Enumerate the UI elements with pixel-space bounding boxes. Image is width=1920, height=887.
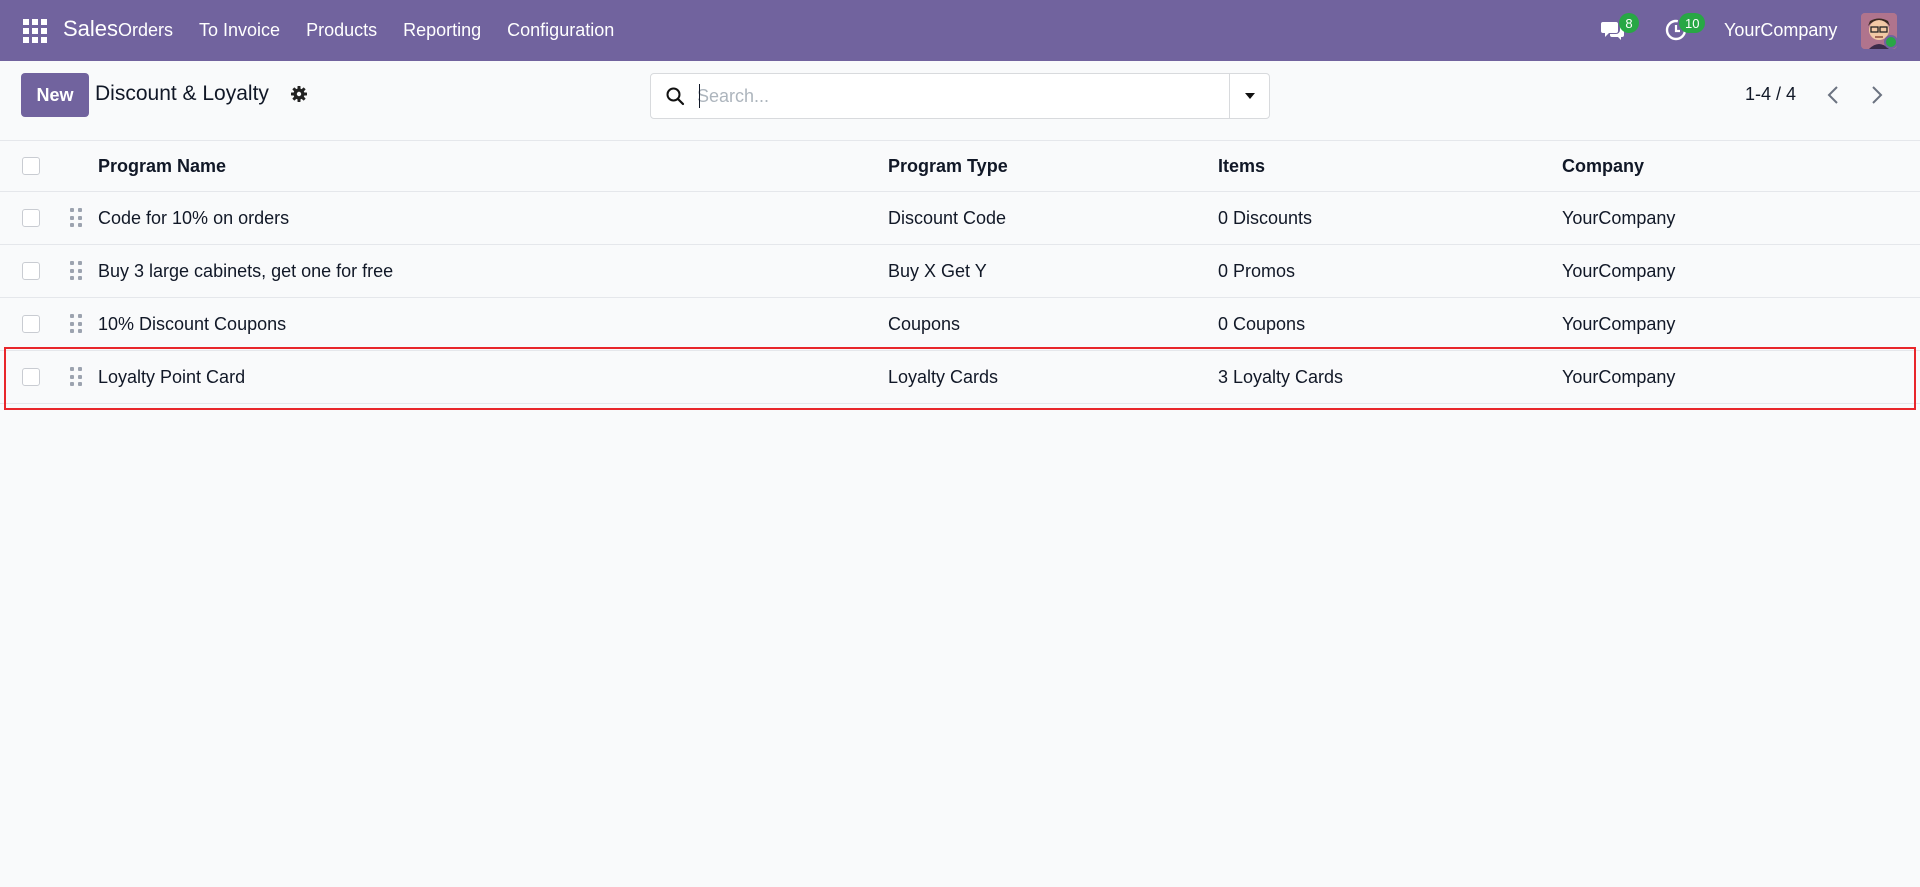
- table-row[interactable]: 10% Discount Coupons Coupons 0 Coupons Y…: [0, 298, 1920, 351]
- cell-program-type[interactable]: Loyalty Cards: [888, 351, 998, 403]
- table-row[interactable]: Buy 3 large cabinets, get one for free B…: [0, 245, 1920, 298]
- drag-handle-icon[interactable]: [70, 208, 82, 228]
- text-cursor: [699, 84, 700, 108]
- search-icon: [666, 87, 685, 106]
- drag-handle-icon[interactable]: [70, 261, 82, 281]
- row-checkbox[interactable]: [22, 209, 40, 227]
- new-button[interactable]: New: [21, 73, 89, 117]
- cell-program-name[interactable]: Buy 3 large cabinets, get one for free: [98, 245, 393, 297]
- drag-handle-icon[interactable]: [70, 367, 82, 387]
- header-company[interactable]: Company: [1562, 141, 1644, 191]
- cell-items[interactable]: 0 Discounts: [1218, 192, 1312, 244]
- app-brand[interactable]: Sales: [63, 16, 118, 42]
- pager-value[interactable]: 1-4 / 4: [1745, 84, 1796, 105]
- row-checkbox[interactable]: [22, 262, 40, 280]
- cell-company[interactable]: YourCompany: [1562, 192, 1675, 244]
- header-items[interactable]: Items: [1218, 141, 1265, 191]
- control-panel: New Discount & Loyalty 1-4 / 4: [0, 61, 1920, 141]
- header-program-name[interactable]: Program Name: [98, 141, 226, 191]
- cell-items[interactable]: 0 Promos: [1218, 245, 1295, 297]
- chevron-left-icon[interactable]: [1822, 83, 1846, 107]
- cell-items[interactable]: 0 Coupons: [1218, 298, 1305, 350]
- cell-program-type[interactable]: Buy X Get Y: [888, 245, 987, 297]
- header-program-type[interactable]: Program Type: [888, 141, 1008, 191]
- table-header: Program Name Program Type Items Company: [0, 141, 1920, 192]
- menu-products[interactable]: Products: [306, 20, 377, 41]
- cell-program-name[interactable]: 10% Discount Coupons: [98, 298, 286, 350]
- company-switcher[interactable]: YourCompany: [1724, 20, 1837, 41]
- table-row[interactable]: Loyalty Point Card Loyalty Cards 3 Loyal…: [0, 351, 1920, 404]
- search-box: [650, 73, 1270, 119]
- drag-handle-icon[interactable]: [70, 314, 82, 334]
- chevron-right-icon[interactable]: [1864, 83, 1888, 107]
- menu-reporting[interactable]: Reporting: [403, 20, 481, 41]
- cell-program-name[interactable]: Code for 10% on orders: [98, 192, 289, 244]
- row-checkbox[interactable]: [22, 368, 40, 386]
- cell-items[interactable]: 3 Loyalty Cards: [1218, 351, 1343, 403]
- cell-company[interactable]: YourCompany: [1562, 351, 1675, 403]
- apps-grid-icon[interactable]: [23, 19, 47, 43]
- table-row[interactable]: Code for 10% on orders Discount Code 0 D…: [0, 192, 1920, 245]
- main-menu: Orders To Invoice Products Reporting Con…: [118, 0, 640, 61]
- page-title: Discount & Loyalty: [95, 82, 269, 105]
- select-all-checkbox[interactable]: [22, 157, 40, 175]
- cell-program-type[interactable]: Coupons: [888, 298, 960, 350]
- search-options-toggle[interactable]: [1229, 74, 1269, 118]
- menu-orders[interactable]: Orders: [118, 20, 173, 41]
- cell-program-name[interactable]: Loyalty Point Card: [98, 351, 245, 403]
- cell-program-type[interactable]: Discount Code: [888, 192, 1006, 244]
- menu-to-invoice[interactable]: To Invoice: [199, 20, 280, 41]
- row-checkbox[interactable]: [22, 315, 40, 333]
- programs-table: Program Name Program Type Items Company …: [0, 141, 1920, 404]
- gear-icon[interactable]: [290, 85, 308, 103]
- search-input[interactable]: [697, 82, 1197, 110]
- cell-company[interactable]: YourCompany: [1562, 298, 1675, 350]
- cell-company[interactable]: YourCompany: [1562, 245, 1675, 297]
- caret-down-icon: [1244, 93, 1255, 99]
- activities-badge: 10: [1679, 13, 1706, 33]
- menu-configuration[interactable]: Configuration: [507, 20, 614, 41]
- online-status-dot: [1884, 35, 1898, 49]
- messages-badge: 8: [1619, 13, 1639, 33]
- top-navbar: Sales Orders To Invoice Products Reporti…: [0, 0, 1920, 61]
